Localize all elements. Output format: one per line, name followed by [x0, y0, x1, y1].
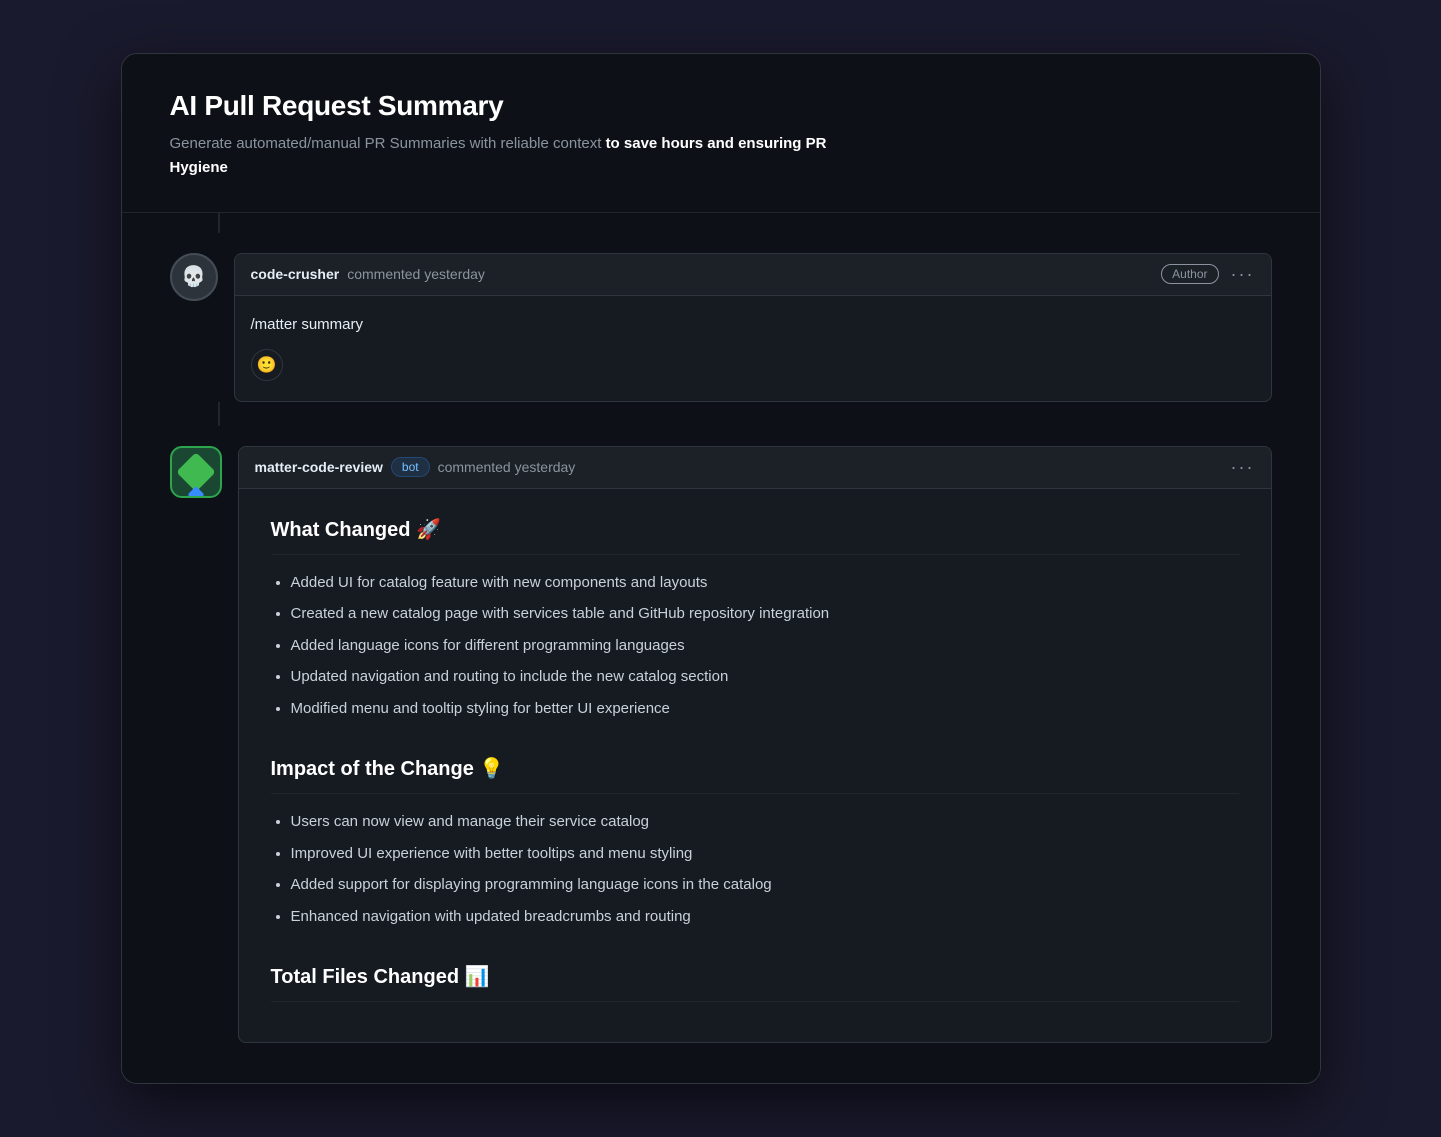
content-area: 💀 code-crusher commented yesterday Autho…	[122, 213, 1320, 1084]
list-item: Added support for displaying programming…	[291, 869, 1239, 901]
section-title-impact: Impact of the Change 💡	[271, 756, 1239, 794]
list-item: Added UI for catalog feature with new co…	[291, 567, 1239, 599]
app-subtitle: Generate automated/manual PR Summaries w…	[170, 132, 850, 180]
app-window: AI Pull Request Summary Generate automat…	[121, 53, 1321, 1085]
section-title-total-files: Total Files Changed 📊	[271, 964, 1239, 1002]
comment-command: /matter summary	[251, 316, 1255, 333]
pr-summary-body: What Changed 🚀 Added UI for catalog feat…	[239, 489, 1271, 1043]
comment-dots-menu-1[interactable]: ···	[1231, 264, 1255, 285]
avatar-human: 💀	[170, 253, 218, 301]
timeline-connector-line	[218, 402, 220, 426]
app-title: AI Pull Request Summary	[170, 90, 1272, 122]
bot-badge: bot	[391, 457, 430, 477]
bot-diamond-icon	[176, 452, 216, 492]
timeline: 💀 code-crusher commented yesterday Autho…	[170, 213, 1272, 1044]
list-item: Created a new catalog page with services…	[291, 598, 1239, 630]
list-item: Enhanced navigation with updated breadcr…	[291, 901, 1239, 933]
impact-list: Users can now view and manage their serv…	[271, 806, 1239, 932]
comment-time-1: commented yesterday	[347, 266, 485, 282]
comment-header-left-2: matter-code-review bot commented yesterd…	[255, 457, 576, 477]
what-changed-list: Added UI for catalog feature with new co…	[271, 567, 1239, 725]
comment-bubble-1: code-crusher commented yesterday Author …	[234, 253, 1272, 402]
avatar-emoji: 💀	[181, 264, 206, 289]
app-header: AI Pull Request Summary Generate automat…	[122, 54, 1320, 213]
comment-header-2: matter-code-review bot commented yesterd…	[239, 447, 1271, 489]
comment-header-left-1: code-crusher commented yesterday	[251, 266, 485, 282]
list-item: Improved UI experience with better toolt…	[291, 838, 1239, 870]
comment-row-2: matter-code-review bot commented yesterd…	[170, 426, 1272, 1044]
emoji-reaction-button[interactable]: 🙂	[251, 349, 283, 381]
list-item: Modified menu and tooltip styling for be…	[291, 693, 1239, 725]
comment-bubble-2: matter-code-review bot commented yesterd…	[238, 446, 1272, 1044]
comment-header-1: code-crusher commented yesterday Author …	[235, 254, 1271, 296]
timeline-line-top	[218, 213, 220, 233]
comment-time-2: commented yesterday	[438, 459, 576, 475]
avatar-bot	[170, 446, 222, 498]
comment-row-1: 💀 code-crusher commented yesterday Autho…	[170, 233, 1272, 402]
author-badge: Author	[1161, 264, 1218, 284]
list-item: Users can now view and manage their serv…	[291, 806, 1239, 838]
comment-header-right-2: ···	[1231, 457, 1255, 478]
comment-dots-menu-2[interactable]: ···	[1231, 457, 1255, 478]
comment-header-right-1: Author ···	[1161, 264, 1254, 285]
list-item: Added language icons for different progr…	[291, 630, 1239, 662]
comment-author-1: code-crusher	[251, 266, 340, 282]
list-item: Updated navigation and routing to includ…	[291, 661, 1239, 693]
comment-body-1: /matter summary 🙂	[235, 296, 1271, 401]
comment-author-2: matter-code-review	[255, 459, 383, 475]
section-title-what-changed: What Changed 🚀	[271, 517, 1239, 555]
subtitle-text-start: Generate automated/manual PR Summaries w…	[170, 135, 606, 152]
bot-avatar-inner	[172, 448, 220, 496]
